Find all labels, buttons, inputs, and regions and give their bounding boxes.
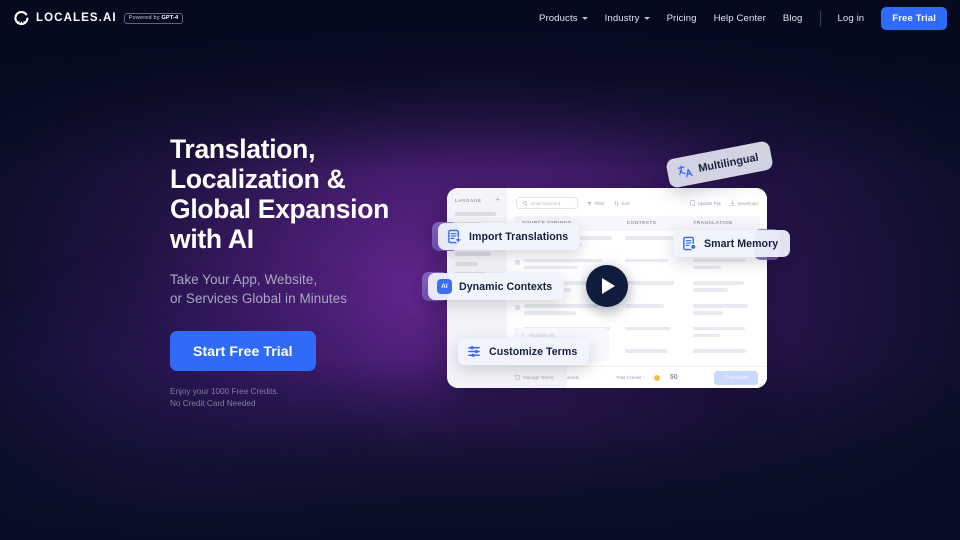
search-placeholder: Enter keyword	[531, 200, 561, 206]
play-icon	[602, 278, 615, 294]
subheading-line-2: or Services Global in Minutes	[170, 290, 348, 306]
play-video-button[interactable]	[586, 265, 628, 307]
login-link[interactable]: Log in	[838, 13, 865, 24]
heading-line-3: Global Expansion	[170, 194, 390, 224]
feature-chip-label: Smart Memory	[704, 237, 779, 250]
feature-chip-label: Import Translations	[469, 230, 569, 243]
nav-item-industry-label: Industry	[604, 12, 640, 24]
start-free-trial-button[interactable]: Start Free Trial	[170, 331, 316, 371]
terms-icon	[515, 375, 520, 380]
filter-button[interactable]: Filter	[587, 201, 605, 206]
sliders-icon	[467, 344, 482, 359]
plus-icon[interactable]: +	[495, 196, 500, 204]
chevron-down-icon	[643, 16, 650, 20]
sort-label: Sort	[621, 200, 630, 206]
fine-print-line-2: No Credit Card Needed	[170, 398, 256, 408]
sidebar-skeleton	[455, 252, 491, 256]
import-file-icon	[447, 229, 462, 244]
translate-icon	[676, 162, 694, 180]
nav-item-pricing[interactable]: Pricing	[667, 13, 697, 24]
top-navigation-bar: LOCALES.AI Powered by GPT-4 Products Ind…	[0, 0, 960, 36]
powered-by-badge: Powered by GPT-4	[123, 12, 184, 24]
feature-chip-label: Dynamic Contexts	[459, 280, 553, 293]
sort-icon	[614, 200, 619, 206]
brand-logo[interactable]: LOCALES.AI Powered by GPT-4	[14, 10, 184, 26]
nav-item-products-label: Products	[538, 12, 578, 24]
nav-divider	[819, 10, 821, 26]
nav-item-help-center[interactable]: Help Center	[714, 13, 766, 24]
download-label: Download	[737, 200, 758, 206]
search-icon	[523, 200, 528, 206]
credits-value: 50	[669, 374, 678, 381]
brand-name: LOCALES.AI	[36, 12, 117, 24]
heading-line-1: Translation,	[170, 134, 316, 164]
feature-badge-label: Multilingual	[697, 151, 760, 175]
badge-prefix: Powered by	[128, 15, 162, 21]
page-title: Translation, Localization & Global Expan…	[170, 134, 460, 254]
ai-badge-icon: AI	[437, 279, 452, 294]
sort-button[interactable]: Sort	[614, 201, 630, 206]
table-row[interactable]	[514, 258, 760, 273]
memory-file-icon	[682, 236, 697, 251]
heading-line-4: with AI	[170, 224, 254, 254]
badge-model: GPT-4	[161, 15, 179, 21]
update-file-label: Update File	[697, 200, 722, 206]
search-input[interactable]: Enter keyword	[516, 197, 578, 209]
sidebar-header: LANGAGE +	[455, 196, 500, 204]
subheading-line-1: Take Your App, Website,	[170, 272, 318, 287]
manage-terms-label: Manage Terms	[523, 375, 554, 380]
feature-chip-import-translations[interactable]: Import Translations	[438, 223, 581, 250]
nav-links: Products Industry Pricing Help Center Bl…	[539, 6, 947, 30]
coin-icon	[653, 374, 660, 381]
column-header-translation: TRANSLATION	[693, 221, 733, 226]
table-row[interactable]	[514, 304, 760, 318]
nav-item-blog[interactable]: Blog	[783, 13, 803, 24]
manage-terms-button[interactable]: Manage Terms	[507, 366, 567, 388]
filter-label: Filter	[594, 200, 605, 206]
chevron-down-icon	[581, 16, 588, 20]
feature-chip-customize-terms[interactable]: Customize Terms	[458, 338, 590, 365]
hero-fine-print: Enjoy your 1000 Free Credits. No Credit …	[170, 386, 460, 409]
hero-subheading: Take Your App, Website, or Services Glob…	[170, 271, 460, 308]
feature-chip-smart-memory[interactable]: Smart Memory	[673, 230, 791, 257]
feature-chip-label: Customize Terms	[489, 345, 578, 358]
nav-item-products[interactable]: Products	[539, 13, 588, 24]
row-checkbox[interactable]	[515, 259, 520, 265]
circular-ring-logo-icon	[14, 10, 29, 26]
download-button[interactable]: Download	[730, 200, 758, 206]
translate-button[interactable]: Translate	[714, 370, 758, 385]
update-file-button[interactable]: Update File	[690, 200, 721, 206]
fine-print-line-1: Enjoy your 1000 Free Credits.	[170, 387, 279, 396]
heading-line-2: Localization &	[170, 164, 346, 194]
file-icon	[690, 200, 695, 206]
sidebar-skeleton	[455, 212, 497, 216]
feature-chip-dynamic-contexts[interactable]: AI Dynamic Contexts	[428, 273, 565, 300]
free-trial-button[interactable]: Free Trial	[881, 6, 947, 30]
filter-icon	[587, 201, 592, 205]
row-checkbox[interactable]	[515, 305, 520, 311]
download-icon	[730, 200, 735, 206]
app-toolbar: Enter keyword Filter Sort Update File Do…	[507, 192, 767, 214]
hero-section: Translation, Localization & Global Expan…	[170, 134, 460, 409]
credits-label: Total Credits :	[615, 375, 644, 380]
nav-item-industry[interactable]: Industry	[605, 13, 650, 24]
column-header-contexts: CONTEXTS	[626, 221, 657, 226]
